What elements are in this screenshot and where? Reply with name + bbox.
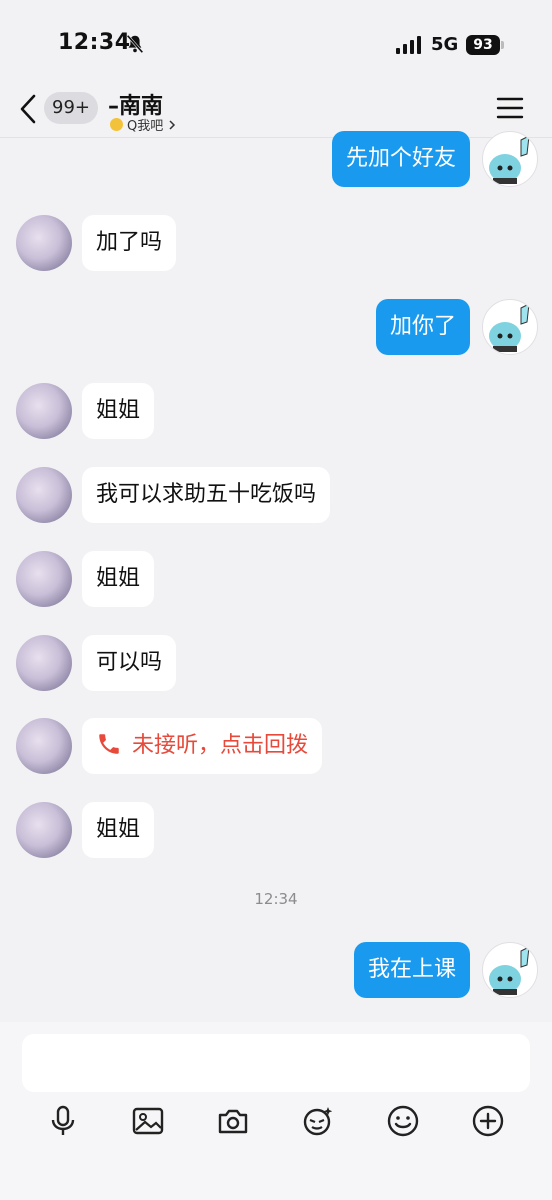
battery-level: 93: [466, 35, 500, 55]
emoji-icon[interactable]: [386, 1104, 420, 1138]
missed-call-text: 未接听，点击回拨: [132, 733, 309, 758]
bell-muted-icon: [126, 34, 144, 54]
contact-avatar[interactable]: [16, 551, 72, 607]
message-bubble-sent[interactable]: 我在上课: [353, 942, 470, 998]
timestamp-separator: 12:34: [254, 890, 298, 908]
composer: [0, 1022, 552, 1200]
message-bubble-received[interactable]: 姐姐: [82, 802, 155, 858]
menu-icon[interactable]: [496, 96, 524, 120]
avatar-character-icon: [489, 946, 530, 995]
avatar-character-icon: [489, 303, 530, 352]
contact-avatar[interactable]: [16, 802, 72, 858]
signal-icon: [396, 36, 421, 54]
missed-call-bubble[interactable]: 未接听，点击回拨: [82, 718, 323, 774]
contact-avatar[interactable]: [16, 215, 72, 271]
battery-tip: [501, 41, 504, 49]
chevron-right-icon: [169, 119, 176, 130]
chat-header: 99+ –南南 Q我吧: [0, 88, 552, 138]
message-bubble-sent[interactable]: 加你了: [375, 299, 470, 355]
message-bubble-received[interactable]: 姐姐: [82, 383, 155, 439]
my-avatar[interactable]: [482, 131, 538, 187]
camera-icon[interactable]: [216, 1104, 250, 1138]
smile-icon: [110, 118, 123, 131]
status-time: 12:34: [58, 30, 131, 55]
image-icon[interactable]: [131, 1104, 165, 1138]
message-bubble-received[interactable]: 可以吗: [82, 635, 177, 691]
message-bubble-received[interactable]: 我可以求助五十吃饭吗: [82, 467, 331, 523]
contact-avatar[interactable]: [16, 718, 72, 774]
plus-icon[interactable]: [471, 1104, 505, 1138]
subtitle-text: Q我吧: [127, 119, 164, 134]
my-avatar[interactable]: [482, 942, 538, 998]
sticker-icon[interactable]: [301, 1104, 335, 1138]
my-avatar[interactable]: [482, 299, 538, 355]
avatar-character-icon: [489, 135, 530, 184]
phone-icon: [99, 734, 119, 754]
unread-badge[interactable]: 99+: [44, 92, 98, 124]
chat-subtitle[interactable]: Q我吧: [110, 115, 177, 134]
status-bar: 12:34 5G 93: [0, 0, 552, 88]
contact-avatar[interactable]: [16, 635, 72, 691]
microphone-icon[interactable]: [46, 1104, 80, 1138]
message-bubble-received[interactable]: 加了吗: [82, 215, 177, 271]
message-bubble-received[interactable]: 姐姐: [82, 551, 155, 607]
chevron-left-icon[interactable]: [14, 92, 44, 126]
network-type: 5G: [431, 34, 459, 55]
contact-avatar[interactable]: [16, 467, 72, 523]
message-bubble-sent[interactable]: 先加个好友: [331, 131, 470, 187]
contact-avatar[interactable]: [16, 383, 72, 439]
message-input[interactable]: [22, 1034, 530, 1092]
